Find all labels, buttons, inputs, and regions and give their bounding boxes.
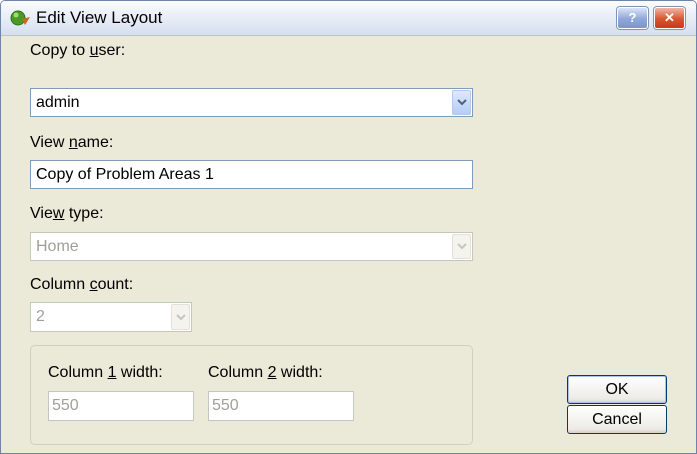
column-2-width-label: Column 2 width: (208, 364, 323, 381)
chevron-down-icon (456, 99, 467, 106)
column-count-label: Column count: (30, 276, 134, 293)
copy-to-user-dropdown-button[interactable] (452, 90, 471, 115)
green-globe-icon (10, 10, 30, 26)
view-type-label: View type: (30, 205, 104, 222)
copy-to-user-value: admin (36, 94, 80, 111)
help-icon: ? (628, 10, 637, 25)
title-bar[interactable]: Edit View Layout ? ✕ (1, 1, 696, 36)
close-button[interactable]: ✕ (654, 7, 685, 29)
close-icon: ✕ (664, 10, 675, 25)
view-type-dropdown-button (452, 234, 471, 259)
ok-button[interactable]: OK (567, 375, 667, 404)
help-button[interactable]: ? (617, 7, 648, 29)
copy-to-user-label: Copy to user: (30, 42, 126, 59)
copy-to-user-select[interactable]: admin (30, 88, 473, 117)
column-2-width-value: 550 (212, 397, 239, 414)
column-1-width-label: Column 1 width: (48, 364, 163, 381)
cancel-button[interactable]: Cancel (567, 405, 667, 434)
column-widths-group: Column 1 width: 550 Column 2 width: 550 (30, 345, 473, 445)
view-name-label: View name: (30, 134, 114, 151)
window-title: Edit View Layout (36, 8, 163, 27)
column-1-width-input: 550 (48, 391, 194, 421)
view-name-value: Copy of Problem Areas 1 (36, 166, 214, 183)
column-count-dropdown-button (171, 304, 190, 330)
column-count-select: 2 (30, 302, 192, 332)
dialog-window: Edit View Layout ? ✕ Copy to user: admin… (0, 0, 697, 454)
view-type-value: Home (36, 238, 79, 255)
chevron-down-icon (175, 313, 186, 320)
dialog-body: Copy to user: admin View name: Copy of P… (1, 36, 696, 453)
view-type-select: Home (30, 232, 473, 261)
column-2-width-input: 550 (208, 391, 354, 421)
chevron-down-icon (456, 243, 467, 250)
column-count-value: 2 (36, 308, 45, 325)
view-name-input[interactable]: Copy of Problem Areas 1 (30, 160, 473, 189)
column-1-width-value: 550 (52, 397, 79, 414)
